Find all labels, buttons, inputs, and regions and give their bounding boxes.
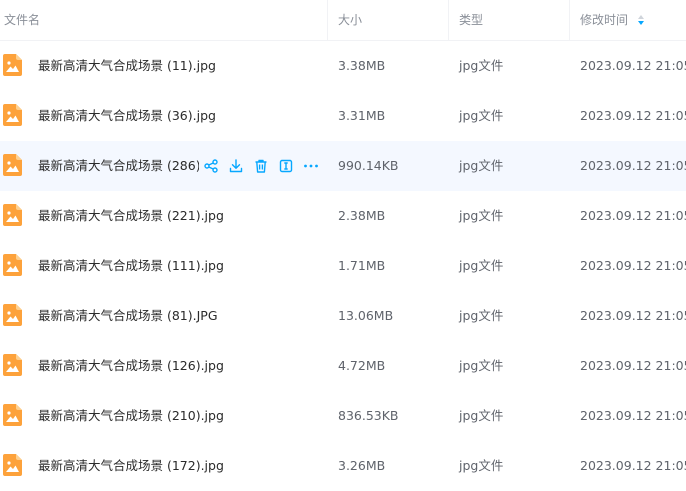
download-icon[interactable] <box>228 158 244 174</box>
file-row[interactable]: 最新高清大气合成场景 (172).jpg 3.26MB jpg文件 2023.0… <box>0 441 686 491</box>
image-file-icon <box>3 104 22 126</box>
file-mtime: 2023.09.12 21:05 <box>580 308 686 323</box>
file-name[interactable]: 最新高清大气合成场景 (36).jpg <box>38 91 216 141</box>
file-type: jpg文件 <box>459 58 504 73</box>
column-header-size[interactable]: 大小 <box>338 0 446 40</box>
column-divider[interactable] <box>448 0 449 40</box>
file-mtime: 2023.09.12 21:05 <box>580 108 686 123</box>
file-size: 2.38MB <box>338 208 386 223</box>
file-list-header: 文件名 大小 类型 修改时间 <box>0 0 686 41</box>
file-row[interactable]: 最新高清大气合成场景 (221).jpg 2.38MB jpg文件 2023.0… <box>0 191 686 241</box>
image-file-icon <box>3 54 22 76</box>
file-size: 990.14KB <box>338 158 399 173</box>
file-mtime: 2023.09.12 21:05 <box>580 58 686 73</box>
file-name[interactable]: 最新高清大气合成场景 (221).jpg <box>38 191 224 241</box>
file-type: jpg文件 <box>459 458 504 473</box>
more-icon[interactable] <box>303 158 319 174</box>
column-header-mtime[interactable]: 修改时间 <box>580 0 686 40</box>
file-size: 3.31MB <box>338 108 386 123</box>
image-file-icon <box>3 404 22 426</box>
column-divider[interactable] <box>569 0 570 40</box>
file-type: jpg文件 <box>459 208 504 223</box>
file-size: 13.06MB <box>338 308 394 323</box>
file-type: jpg文件 <box>459 358 504 373</box>
file-mtime: 2023.09.12 21:05 <box>580 358 686 373</box>
file-type: jpg文件 <box>459 258 504 273</box>
file-mtime: 2023.09.12 21:05 <box>580 158 686 173</box>
column-header-name[interactable]: 文件名 <box>4 0 326 40</box>
file-type: jpg文件 <box>459 158 504 173</box>
file-size: 3.38MB <box>338 58 386 73</box>
file-type: jpg文件 <box>459 308 504 323</box>
file-size: 4.72MB <box>338 358 386 373</box>
file-name[interactable]: 最新高清大气合成场景 (210).jpg <box>38 391 224 441</box>
file-type: jpg文件 <box>459 408 504 423</box>
image-file-icon <box>3 454 22 476</box>
column-header-type[interactable]: 类型 <box>459 0 567 40</box>
file-row[interactable]: 最新高清大气合成场景 (126).jpg 4.72MB jpg文件 2023.0… <box>0 341 686 391</box>
file-name[interactable]: 最新高清大气合成场景 (81).JPG <box>38 291 218 341</box>
file-mtime: 2023.09.12 21:05 <box>580 258 686 273</box>
file-mtime: 2023.09.12 21:05 <box>580 458 686 473</box>
file-name[interactable]: 最新高清大气合成场景 (11).jpg <box>38 41 216 91</box>
file-mtime: 2023.09.12 21:05 <box>580 408 686 423</box>
column-header-mtime-label: 修改时间 <box>580 13 629 27</box>
file-row[interactable]: 最新高清大气合成场景 (11).jpg 3.38MB jpg文件 2023.09… <box>0 41 686 91</box>
file-name[interactable]: 最新高清大气合成场景 (286).jpg <box>38 141 199 191</box>
image-file-icon <box>3 354 22 376</box>
image-file-icon <box>3 154 22 176</box>
file-name[interactable]: 最新高清大气合成场景 (126).jpg <box>38 341 224 391</box>
file-name[interactable]: 最新高清大气合成场景 (111).jpg <box>38 241 224 291</box>
file-size: 1.71MB <box>338 258 386 273</box>
column-header-name-label: 文件名 <box>4 13 41 27</box>
file-size: 836.53KB <box>338 408 399 423</box>
image-file-icon <box>3 304 22 326</box>
file-mtime: 2023.09.12 21:05 <box>580 208 686 223</box>
file-type: jpg文件 <box>459 108 504 123</box>
share-icon[interactable] <box>203 158 219 174</box>
rename-icon[interactable] <box>278 158 294 174</box>
file-row[interactable]: 最新高清大气合成场景 (210).jpg 836.53KB jpg文件 2023… <box>0 391 686 441</box>
column-divider[interactable] <box>327 0 328 40</box>
file-size: 3.26MB <box>338 458 386 473</box>
file-row[interactable]: 最新高清大气合成场景 (286).jpg 990.14KB jpg文件 2023… <box>0 141 686 191</box>
file-row[interactable]: 最新高清大气合成场景 (36).jpg 3.31MB jpg文件 2023.09… <box>0 91 686 141</box>
file-name[interactable]: 最新高清大气合成场景 (172).jpg <box>38 441 224 491</box>
file-row[interactable]: 最新高清大气合成场景 (111).jpg 1.71MB jpg文件 2023.0… <box>0 241 686 291</box>
column-header-type-label: 类型 <box>459 13 484 27</box>
sort-icon[interactable] <box>637 14 646 27</box>
image-file-icon <box>3 204 22 226</box>
image-file-icon <box>3 254 22 276</box>
delete-icon[interactable] <box>253 158 269 174</box>
column-header-size-label: 大小 <box>338 13 363 27</box>
file-row[interactable]: 最新高清大气合成场景 (81).JPG 13.06MB jpg文件 2023.0… <box>0 291 686 341</box>
file-list: 最新高清大气合成场景 (11).jpg 3.38MB jpg文件 2023.09… <box>0 41 686 491</box>
